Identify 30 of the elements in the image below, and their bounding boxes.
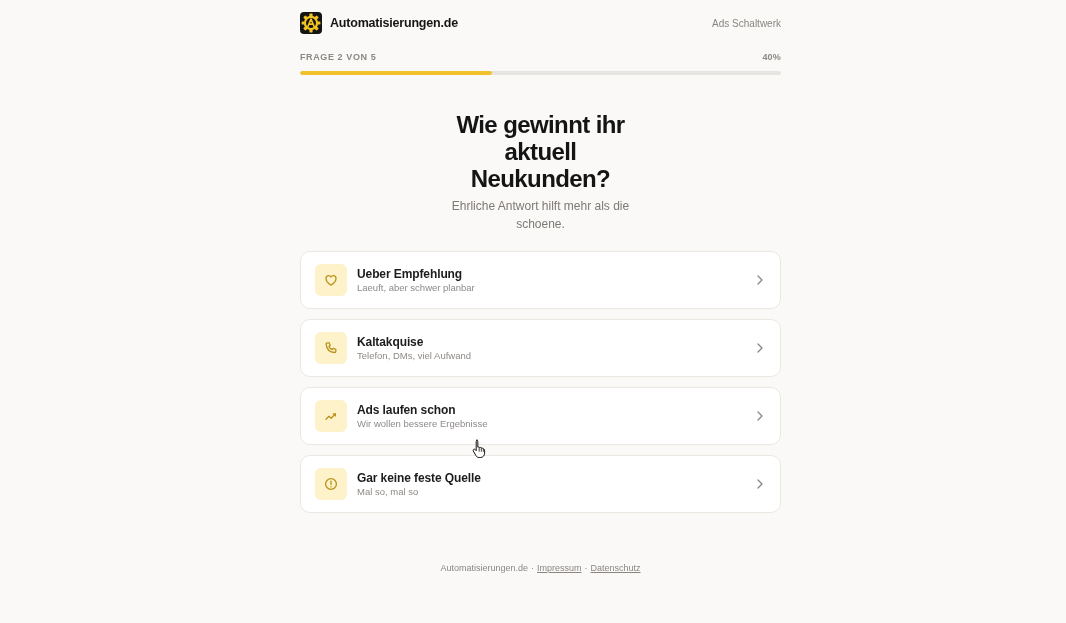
question-hint: Ehrliche Antwort hilft mehr als die schoene. xyxy=(450,198,631,233)
option-title: Gar keine feste Quelle xyxy=(357,470,482,486)
chevron-right-icon xyxy=(757,411,763,421)
progress-percent: 40% xyxy=(762,52,781,63)
brand-name: Automatisierungen.de xyxy=(330,16,458,30)
footer-site-name: Automatisierungen.de xyxy=(440,562,528,574)
answer-card[interactable]: Gar keine feste Quelle Mal so, mal so xyxy=(300,455,781,513)
header-tagline: Ads Schaltwerk xyxy=(712,17,781,29)
question-counter: FRAGE 2 VON 5 xyxy=(300,52,377,63)
hand-pointer-icon xyxy=(472,439,486,458)
footer-link[interactable]: Datenschutz xyxy=(590,562,641,574)
answer-card[interactable]: Kaltakquise Telefon, DMs, viel Aufwand xyxy=(300,319,781,377)
gear-logo-icon xyxy=(300,12,322,34)
footer-separator: · xyxy=(584,562,588,574)
option-title: Kaltakquise xyxy=(357,334,425,350)
option-description: Wir wollen bessere Ergebnisse xyxy=(357,417,489,430)
chevron-right-icon xyxy=(757,343,763,353)
option-title: Ueber Empfehlung xyxy=(357,266,464,282)
question-heading: Wie gewinnt ihr aktuell Neukunden? xyxy=(455,111,626,192)
footer-link[interactable]: Impressum xyxy=(537,562,582,574)
option-description: Laeuft, aber schwer planbar xyxy=(357,281,476,294)
option-description: Telefon, DMs, viel Aufwand xyxy=(357,349,473,362)
chevron-right-icon xyxy=(757,275,763,285)
footer-separator: · xyxy=(531,562,534,574)
phone-icon xyxy=(315,332,347,364)
answer-card[interactable]: Ads laufen schon Wir wollen bessere Ergebnisse xyxy=(300,387,781,445)
answer-card[interactable]: Ueber Empfehlung Laeuft, aber schwer planbar xyxy=(300,251,781,309)
chevron-right-icon xyxy=(757,479,763,489)
option-title: Ads laufen schon xyxy=(357,402,457,418)
option-description: Mal so, mal so xyxy=(357,485,420,498)
